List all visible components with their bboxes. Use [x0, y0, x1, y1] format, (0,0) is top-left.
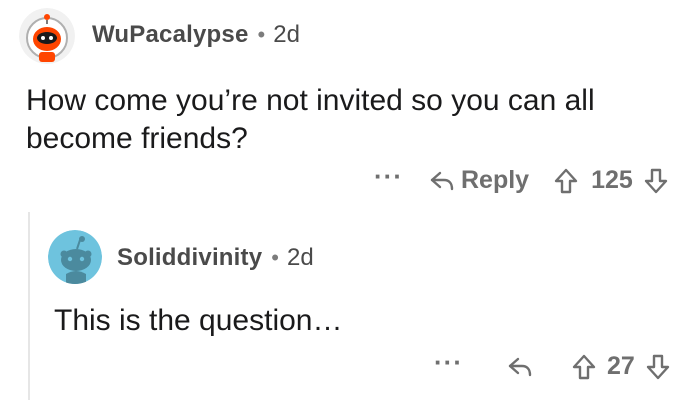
comment-body-line: How come you’re not invited so you can a… [26, 84, 595, 117]
upvote-arrow-icon[interactable] [571, 353, 597, 381]
separator-dot: • [271, 245, 279, 270]
reply-arrow-icon [429, 169, 455, 193]
user-avatar[interactable] [19, 8, 75, 64]
comment-body-line: This is the question… [54, 304, 343, 337]
thread-line[interactable] [28, 212, 30, 400]
orange-snoo-avatar-icon [19, 8, 75, 64]
comment-actions: ··· Reply 125 [374, 163, 669, 195]
comment-actions: ··· 27 [434, 349, 671, 381]
comment-body: This is the question… [54, 302, 342, 340]
more-options-button[interactable]: ··· [434, 349, 463, 375]
comment-age[interactable]: 2d [273, 21, 300, 49]
reply-arrow-icon[interactable] [507, 355, 533, 379]
user-avatar[interactable] [48, 230, 102, 284]
reply-button[interactable]: Reply [429, 166, 529, 195]
reply-label: Reply [460, 166, 530, 194]
vote-score: 27 [606, 352, 635, 380]
comment-body-line: become friends? [26, 122, 248, 155]
comment-meta: Soliddivinity • 2d [117, 244, 314, 272]
downvote-arrow-icon[interactable] [645, 353, 671, 381]
vote-score: 125 [591, 166, 633, 194]
more-options-button[interactable]: ··· [374, 163, 403, 189]
comment-body: How come you’re not invited so you can a… [26, 82, 595, 158]
separator-dot: • [257, 22, 266, 47]
downvote-arrow-icon[interactable] [643, 167, 669, 195]
username[interactable]: Soliddivinity [117, 244, 262, 272]
upvote-arrow-icon[interactable] [553, 167, 579, 195]
username[interactable]: WuPacalypse [92, 21, 249, 49]
default-snoo-avatar-icon [48, 230, 102, 284]
comment-age[interactable]: 2d [287, 244, 314, 272]
comment-meta: WuPacalypse • 2d [92, 21, 300, 49]
